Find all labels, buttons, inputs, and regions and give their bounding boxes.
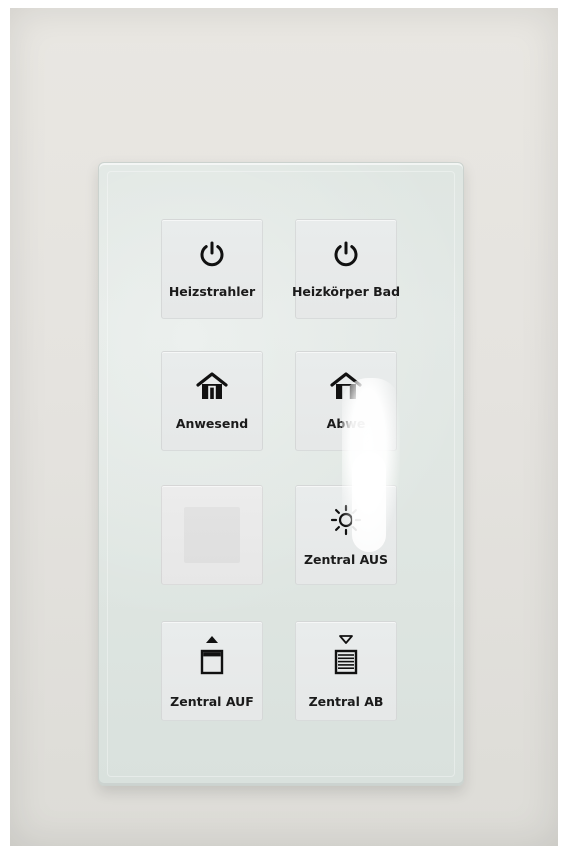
button-anwesend[interactable]: Anwesend [161,351,263,451]
button-empty[interactable] [161,485,263,585]
button-abwesend[interactable]: Abwe [295,351,397,451]
sun-icon [329,503,363,542]
button-label: Heizstrahler [168,284,256,299]
blind-up-icon [192,633,232,684]
button-zentral-aus[interactable]: Zentral AUS [295,485,397,585]
button-label: Heizkörper Bad [291,284,401,299]
blind-down-icon [326,633,366,684]
button-label: Anwesend [175,416,249,431]
button-label: Abwe [326,416,366,431]
button-heizstrahler[interactable]: Heizstrahler [161,219,263,319]
home-away-icon [329,371,363,406]
button-label: Zentral AUS [303,552,389,567]
button-zentral-auf[interactable]: Zentral AUF [161,621,263,721]
blank-icon [184,507,240,563]
home-present-icon [195,371,229,406]
button-label: Zentral AUF [170,694,254,709]
power-icon [197,239,227,274]
power-icon [331,239,361,274]
button-label: Zentral AB [308,694,384,709]
button-heizkorper-bad[interactable]: Heizkörper Bad [291,219,401,319]
button-zentral-ab[interactable]: Zentral AB [295,621,397,721]
touch-panel: Heizstrahler Heizkörper Bad Anwesend Abw… [98,162,464,786]
